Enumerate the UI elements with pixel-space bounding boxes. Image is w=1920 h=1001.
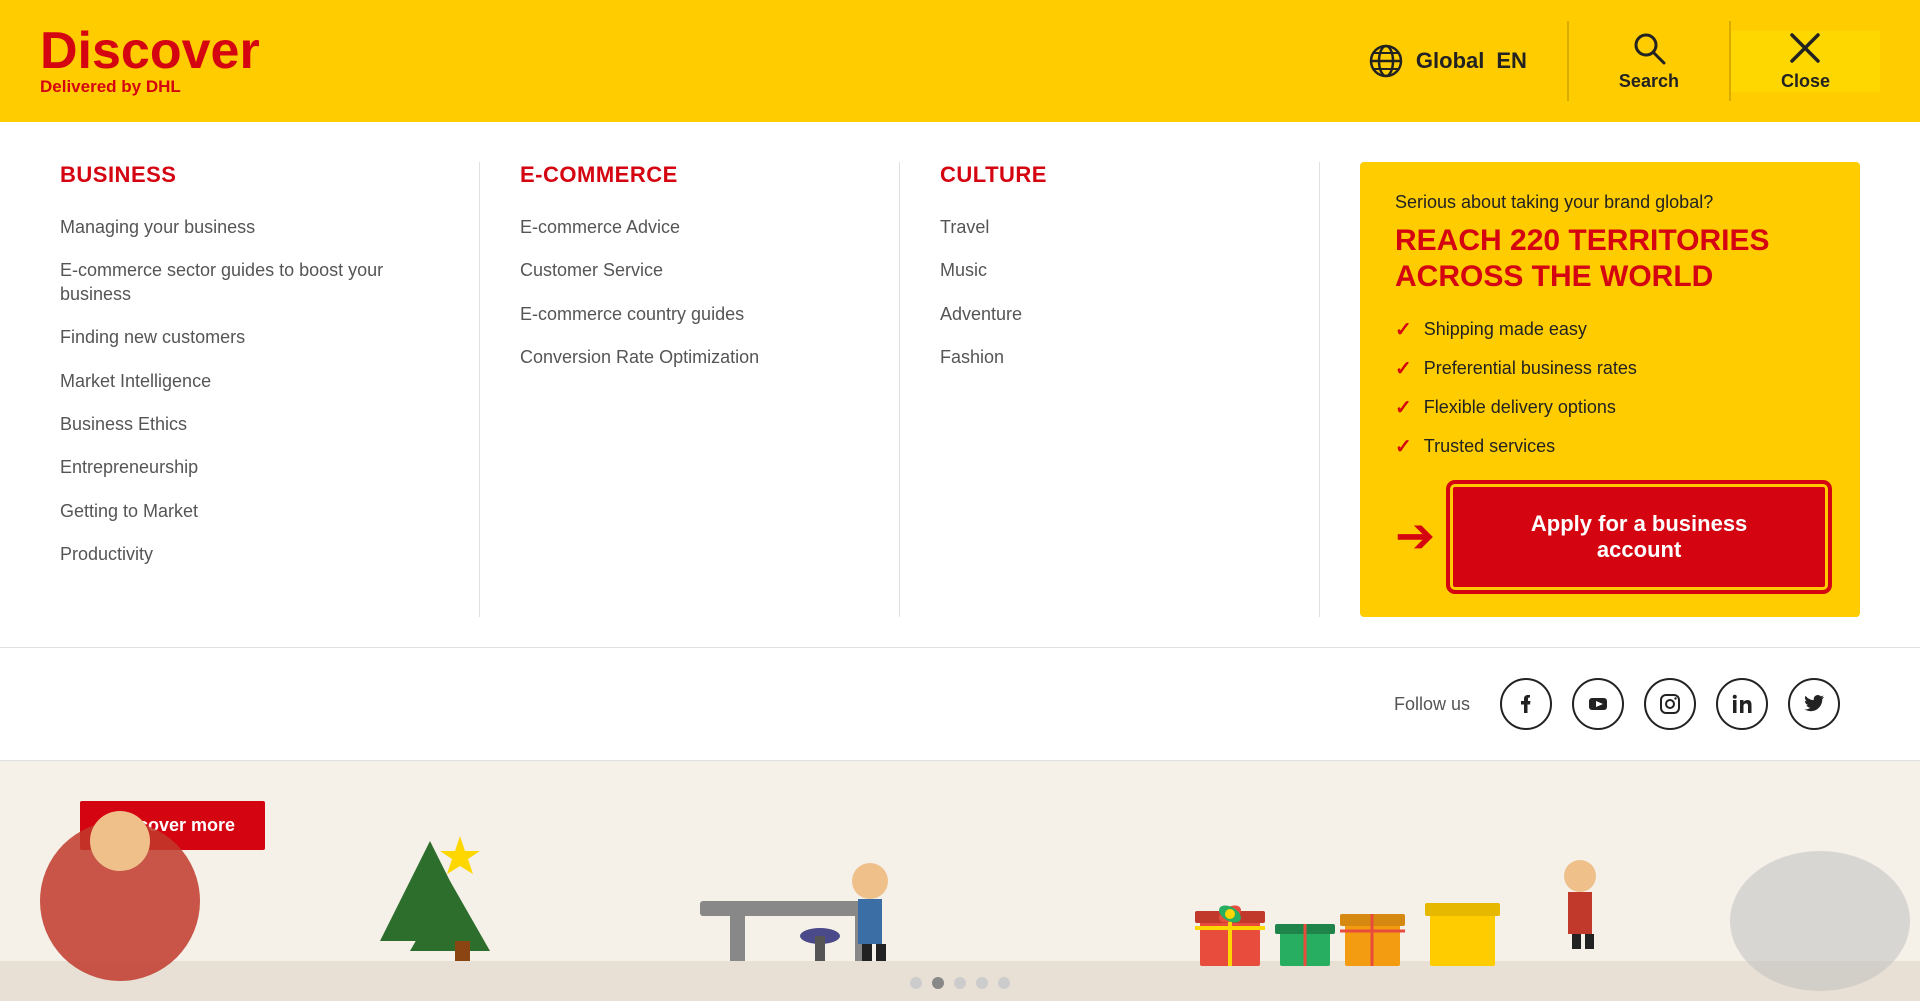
apply-business-account-button[interactable]: Apply for a business account [1453,487,1825,587]
region-label: Global [1416,48,1484,74]
header-right: Global EN Search Close [1328,21,1880,101]
facebook-icon [1515,693,1537,715]
promo-feature-4: ✓ Trusted services [1395,434,1825,459]
menu-item-managing[interactable]: Managing your business [60,216,439,239]
globe-icon [1368,43,1404,79]
facebook-link[interactable] [1500,678,1552,730]
search-label: Search [1619,71,1679,92]
menu-item-music[interactable]: Music [940,259,1279,282]
nav-menu: BUSINESS Managing your business E-commer… [0,122,1920,648]
check-icon-2: ✓ [1395,356,1412,381]
logo-discover: Discover [40,25,260,77]
check-icon-3: ✓ [1395,395,1412,420]
ecommerce-column: E-COMMERCE E-commerce Advice Customer Se… [480,162,900,617]
culture-title: CULTURE [940,162,1279,188]
menu-item-country-guides[interactable]: E-commerce country guides [520,303,859,326]
social-row: Follow us [0,648,1920,761]
pagination-dots [910,977,1010,989]
arrow-icon: ➔ [1395,513,1435,561]
menu-item-adventure[interactable]: Adventure [940,303,1279,326]
ecommerce-title: E-COMMERCE [520,162,859,188]
youtube-icon [1587,693,1609,715]
search-button[interactable]: Search [1569,31,1729,92]
menu-item-market[interactable]: Market Intelligence [60,370,439,393]
instagram-icon [1659,693,1681,715]
close-button[interactable]: Close [1731,31,1880,92]
menu-item-entrepreneurship[interactable]: Entrepreneurship [60,456,439,479]
menu-item-ethics[interactable]: Business Ethics [60,413,439,436]
menu-item-conversion[interactable]: Conversion Rate Optimization [520,346,859,369]
logo[interactable]: Discover Delivered by DHL [40,25,260,97]
close-label: Close [1781,71,1830,92]
youtube-link[interactable] [1572,678,1624,730]
twitter-link[interactable] [1788,678,1840,730]
follow-us-label: Follow us [1394,694,1470,715]
menu-item-ecommerce-guides[interactable]: E-commerce sector guides to boost your b… [60,259,439,306]
twitter-icon [1803,693,1825,715]
menu-item-advice[interactable]: E-commerce Advice [520,216,859,239]
site-header: Discover Delivered by DHL Global EN Sear… [0,0,1920,122]
business-column: BUSINESS Managing your business E-commer… [60,162,480,617]
dot-1[interactable] [910,977,922,989]
promo-feature-3: ✓ Flexible delivery options [1395,395,1825,420]
menu-item-finding[interactable]: Finding new customers [60,326,439,349]
close-icon [1788,31,1822,65]
dot-3[interactable] [954,977,966,989]
promo-feature-1: ✓ Shipping made easy [1395,317,1825,342]
check-icon-1: ✓ [1395,317,1412,342]
business-title: BUSINESS [60,162,439,188]
check-icon-4: ✓ [1395,434,1412,459]
dot-5[interactable] [998,977,1010,989]
dot-4[interactable] [976,977,988,989]
menu-item-productivity[interactable]: Productivity [60,543,439,566]
menu-item-travel[interactable]: Travel [940,216,1279,239]
region-selector[interactable]: Global EN [1328,43,1567,79]
language-label: EN [1496,48,1527,74]
dot-2[interactable] [932,977,944,989]
promo-subtitle: Serious about taking your brand global? [1395,192,1825,213]
menu-item-fashion[interactable]: Fashion [940,346,1279,369]
search-icon [1632,31,1666,65]
instagram-link[interactable] [1644,678,1696,730]
promo-title: REACH 220 TERRITORIES ACROSS THE WORLD [1395,223,1825,295]
linkedin-link[interactable] [1716,678,1768,730]
promo-box: Serious about taking your brand global? … [1360,162,1860,617]
menu-item-getting[interactable]: Getting to Market [60,500,439,523]
hero-scene [0,781,1920,1001]
logo-subtitle: Delivered by DHL [40,77,260,97]
promo-cta-row: ➔ Apply for a business account [1395,487,1825,587]
hero-section: Discover more [0,761,1920,1001]
linkedin-icon [1731,693,1753,715]
menu-item-customer-service[interactable]: Customer Service [520,259,859,282]
culture-column: CULTURE Travel Music Adventure Fashion [900,162,1320,617]
promo-feature-2: ✓ Preferential business rates [1395,356,1825,381]
